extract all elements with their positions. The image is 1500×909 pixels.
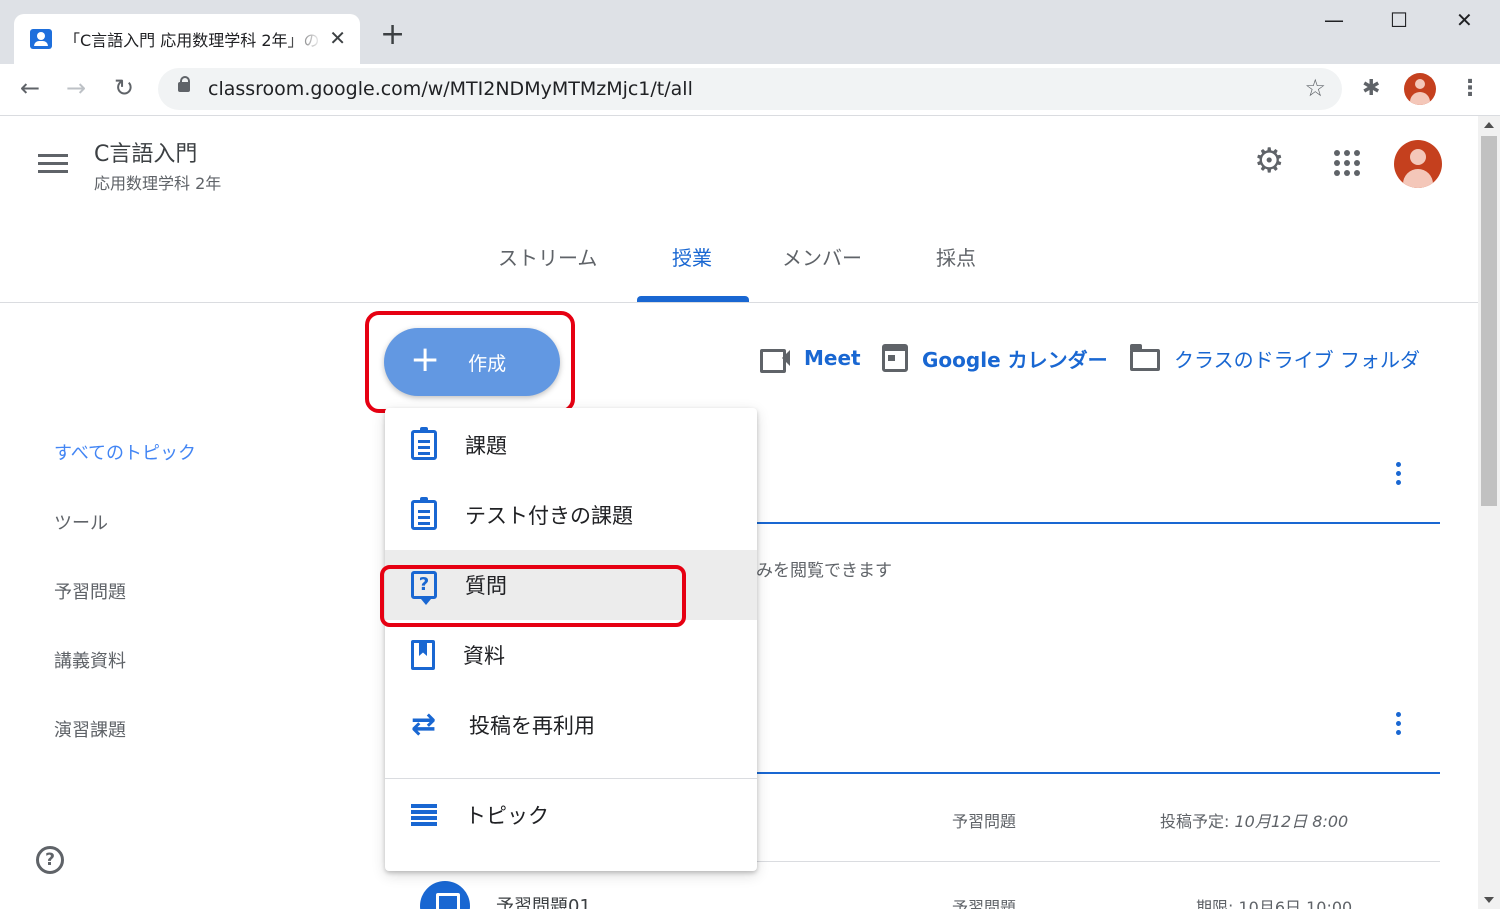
drive-folder-link[interactable]: クラスのドライブ フォルダ (1130, 340, 1420, 376)
material-icon (411, 640, 435, 670)
tab-stream[interactable]: ストリーム (498, 242, 597, 271)
menu-item-reuse-post[interactable]: ⇄ 投稿を再利用 (385, 690, 757, 760)
create-button[interactable]: + 作成 (384, 328, 560, 396)
scroll-up-arrow-icon[interactable] (1484, 122, 1494, 128)
create-button-label: 作成 (468, 352, 507, 375)
browser-menu-icon[interactable]: ⋮ (1459, 76, 1481, 101)
tab-people[interactable]: メンバー (782, 242, 862, 271)
section-more-icon[interactable] (1396, 462, 1402, 489)
back-arrow-icon[interactable]: ← (20, 74, 40, 102)
section-divider (756, 522, 1440, 524)
row-due: 期限: 10月6日 10:00 (1196, 898, 1353, 909)
menu-item-quiz-assignment[interactable]: テスト付きの課題 (385, 480, 757, 550)
browser-toolbar: ← → ↻ classroom.google.com/w/MTI2NDMyMTM… (0, 64, 1500, 116)
classroom-favicon-icon (30, 29, 52, 49)
drive-folder-label: クラスのドライブ フォルダ (1174, 347, 1420, 372)
address-bar[interactable]: classroom.google.com/w/MTI2NDMyMTMzMjc1/… (158, 68, 1342, 110)
settings-gear-icon[interactable]: ⚙ (1254, 144, 1284, 178)
reload-icon[interactable]: ↻ (114, 74, 134, 102)
menu-item-topic[interactable]: トピック (385, 780, 757, 850)
browser-profile-avatar[interactable] (1404, 73, 1436, 105)
meet-link[interactable]: Meet (760, 340, 861, 376)
maximize-button[interactable]: ☐ (1390, 8, 1408, 32)
menu-item-label: 投稿を再利用 (469, 714, 595, 738)
forward-arrow-icon[interactable]: → (66, 74, 86, 102)
section-more-icon[interactable] (1396, 712, 1402, 739)
menu-item-assignment[interactable]: 課題 (385, 410, 757, 480)
sidebar-topic-lecture[interactable]: 講義資料 (54, 647, 126, 673)
calendar-icon (882, 344, 908, 372)
assignment-title[interactable]: 予習問題01 (496, 892, 591, 909)
plus-icon: + (410, 339, 441, 380)
browser-tab[interactable]: 「C言語入門 応用数理学科 2年」の ✕ (14, 14, 360, 64)
section-divider (756, 772, 1440, 774)
question-item-highlight (380, 565, 686, 627)
quiz-assignment-icon (411, 497, 437, 530)
help-icon[interactable]: ? (36, 846, 64, 874)
assignment-icon (420, 881, 470, 909)
page-scrollbar[interactable] (1478, 116, 1500, 909)
sidebar-topic-exercise[interactable]: 演習課題 (54, 716, 126, 742)
class-section: 応用数理学科 2年 (94, 174, 222, 193)
sidebar-topic-all[interactable]: すべてのトピック (54, 439, 196, 465)
classroom-page: C言語入門 応用数理学科 2年 ⚙ ストリーム 授業 メンバー 採点 + 作成 … (0, 116, 1478, 909)
extensions-puzzle-icon[interactable]: ✱ (1362, 76, 1380, 101)
close-window-button[interactable]: ✕ (1456, 8, 1473, 32)
tabs-divider (0, 302, 1478, 303)
tab-close-icon[interactable]: ✕ (329, 26, 346, 50)
row-separator (756, 861, 1440, 862)
class-title[interactable]: C言語入門 (94, 136, 197, 168)
user-avatar[interactable] (1394, 140, 1442, 188)
scroll-down-arrow-icon[interactable] (1484, 897, 1494, 903)
menu-item-label: 課題 (465, 434, 507, 458)
tab-classwork[interactable]: 授業 (672, 242, 712, 271)
menu-divider (385, 778, 757, 779)
sidebar-topic-prep[interactable]: 予習問題 (54, 578, 126, 604)
menu-item-label: 資料 (463, 644, 505, 668)
hamburger-menu-icon[interactable] (38, 154, 68, 174)
lock-icon (178, 76, 190, 92)
menu-item-label: テスト付きの課題 (465, 504, 633, 528)
create-menu: 課題 テスト付きの課題 ? 質問 資料 ⇄ 投稿を再利用 トピック (385, 408, 757, 871)
url-text[interactable]: classroom.google.com/w/MTI2NDMyMTMzMjc1/… (208, 78, 693, 100)
row-topic: 予習問題 (952, 812, 1017, 831)
meet-label: Meet (804, 346, 861, 370)
calendar-link[interactable]: Google カレンダー (882, 340, 1108, 376)
tab-title: 「C言語入門 応用数理学科 2年」の (64, 31, 320, 50)
reuse-post-icon: ⇄ (411, 707, 437, 742)
sidebar-topic-tools[interactable]: ツール (54, 509, 108, 535)
folder-icon (1130, 344, 1160, 371)
section-note: みを閲覧できます (756, 561, 892, 581)
menu-item-material[interactable]: 資料 (385, 620, 757, 690)
bookmark-star-icon[interactable]: ☆ (1304, 74, 1326, 102)
browser-tab-strip: 「C言語入門 応用数理学科 2年」の ✕ + — ☐ ✕ (0, 0, 1500, 64)
calendar-label: Google カレンダー (922, 347, 1108, 372)
row-schedule: 投稿予定: 10月12日 8:00 (1160, 812, 1349, 831)
menu-item-label: トピック (465, 804, 549, 828)
video-camera-icon (760, 347, 790, 373)
google-apps-grid-icon[interactable] (1334, 150, 1360, 176)
row-topic: 予習問題 (952, 898, 1017, 909)
assignment-icon (411, 427, 437, 460)
scrollbar-thumb[interactable] (1481, 136, 1497, 506)
tab-grades[interactable]: 採点 (936, 242, 976, 271)
minimize-button[interactable]: — (1324, 8, 1344, 32)
topic-icon (411, 804, 437, 826)
new-tab-button[interactable]: + (380, 20, 405, 50)
